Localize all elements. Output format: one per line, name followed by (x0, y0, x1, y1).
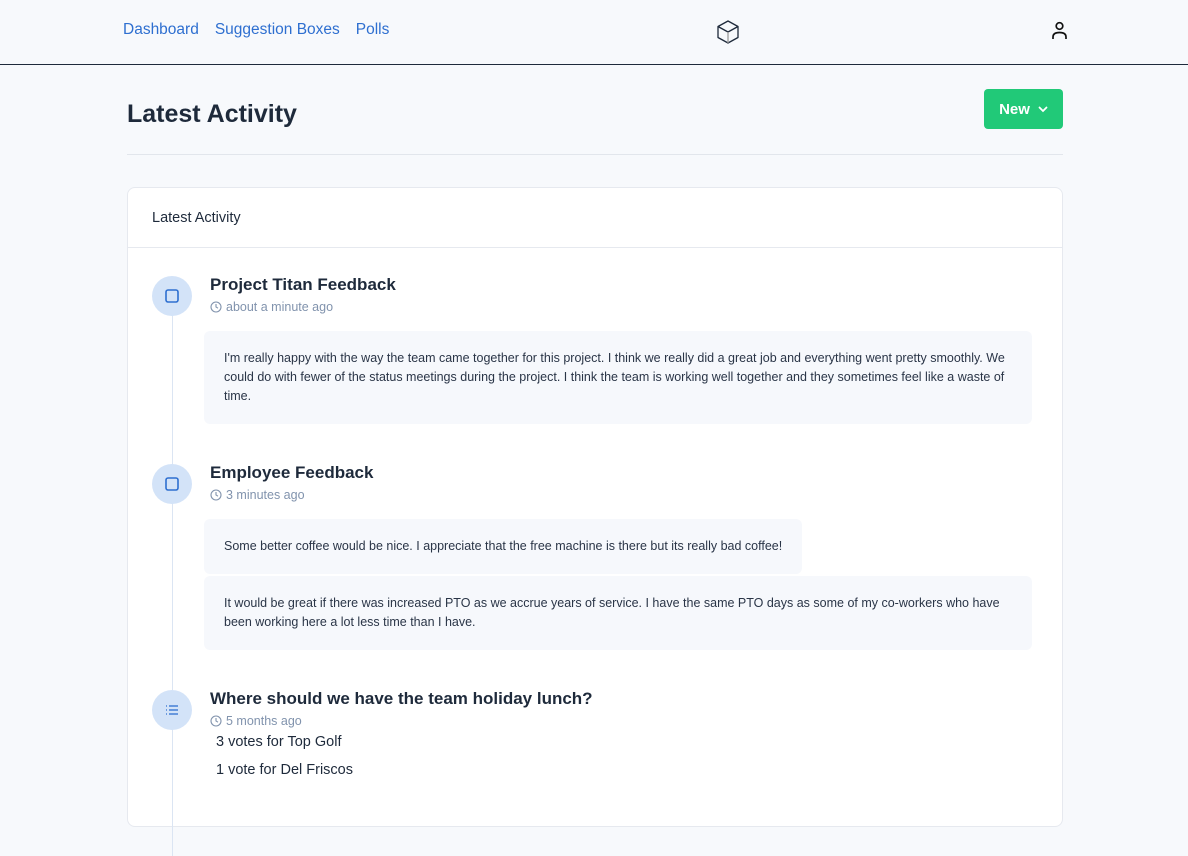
clock-icon (210, 715, 222, 727)
square-icon (165, 477, 179, 491)
poll-bubble (152, 690, 192, 730)
suggestion-box-bubble (152, 464, 192, 504)
suggestion-box-bubble (152, 276, 192, 316)
response-text: It would be great if there was increased… (204, 576, 1032, 650)
nav-link-polls[interactable]: Polls (356, 21, 390, 39)
nav-link-dashboard[interactable]: Dashboard (123, 21, 199, 39)
clock-icon (210, 301, 222, 313)
nav-links: Dashboard Suggestion Boxes Polls (123, 21, 389, 39)
poll-vote-result: 1 vote for Del Friscos (216, 762, 353, 778)
card-title: Latest Activity (128, 188, 1062, 248)
poll-vote-result: 3 votes for Top Golf (216, 734, 342, 750)
activity-time: about a minute ago (210, 300, 333, 314)
user-profile-icon[interactable] (1049, 20, 1070, 41)
response-text: I'm really happy with the way the team c… (204, 331, 1032, 424)
square-icon (165, 289, 179, 303)
activity-time-text: 3 minutes ago (226, 488, 305, 502)
activity-card: Latest Activity Project Titan Feedback a… (127, 187, 1063, 856)
activity-title[interactable]: Employee Feedback (210, 463, 373, 483)
nav-link-suggestion-boxes[interactable]: Suggestion Boxes (215, 21, 340, 39)
activity-time: 5 months ago (210, 714, 302, 728)
activity-title[interactable]: Where should we have the team holiday lu… (210, 689, 593, 709)
new-button-label: New (999, 100, 1030, 118)
cube-logo-icon[interactable] (716, 19, 740, 45)
activity-title[interactable]: Project Titan Feedback (210, 275, 396, 295)
clock-icon (210, 489, 222, 501)
chevron-down-icon (1038, 106, 1048, 112)
page-title: Latest Activity (127, 100, 297, 128)
list-icon (166, 705, 178, 715)
activity-time-text: about a minute ago (226, 300, 334, 314)
response-text: Some better coffee would be nice. I appr… (204, 519, 803, 574)
timeline-line (172, 296, 173, 856)
activity-time-text: 5 months ago (226, 714, 302, 728)
top-nav: Dashboard Suggestion Boxes Polls (0, 0, 1188, 65)
new-dropdown-button[interactable]: New (984, 89, 1063, 129)
page-header: Latest Activity New (127, 88, 1063, 155)
activity-time: 3 minutes ago (210, 488, 305, 502)
